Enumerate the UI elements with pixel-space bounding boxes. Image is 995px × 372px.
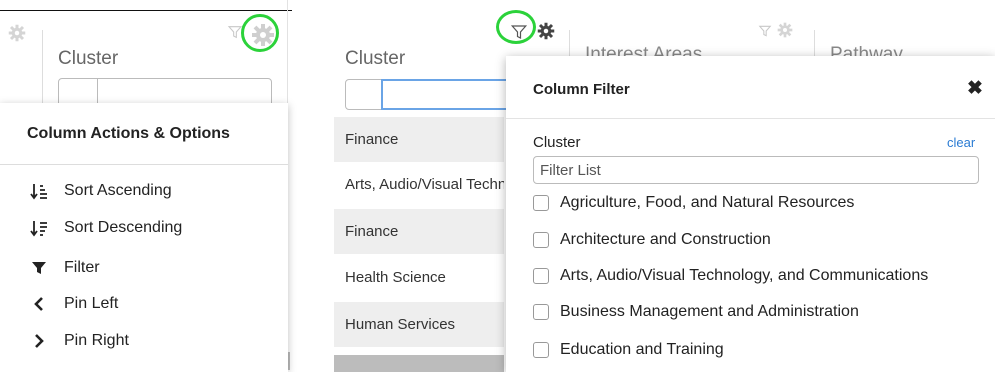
popup-title: Column Filter [533, 81, 630, 98]
gear-icon[interactable] [537, 22, 555, 40]
filter-field-label: Cluster [533, 134, 581, 151]
table-row[interactable]: Health Science [334, 255, 504, 300]
filter-option-label: Business Management and Administration [560, 303, 859, 320]
filter-option[interactable]: Agriculture, Food, and Natural Resources [533, 191, 854, 215]
chevron-right-icon [28, 332, 50, 350]
gear-icon[interactable] [777, 22, 793, 38]
checkbox[interactable] [533, 342, 549, 358]
column-header-cluster[interactable]: Cluster [58, 48, 118, 70]
checkbox[interactable] [533, 232, 549, 248]
filter-icon[interactable] [758, 24, 772, 38]
checkbox[interactable] [533, 195, 549, 211]
menu-item-label: Pin Left [64, 295, 119, 312]
filter-icon [28, 259, 50, 277]
popup-divider [506, 118, 995, 119]
sort-ascending-icon [28, 182, 50, 200]
column-filter-input[interactable] [381, 79, 511, 110]
menu-title: Column Actions & Options [27, 125, 230, 142]
filter-option-label: Architecture and Construction [560, 231, 771, 248]
clear-link[interactable]: clear [947, 135, 975, 150]
chevron-left-icon [28, 295, 50, 313]
filter-option[interactable]: Education and Training [533, 338, 724, 362]
highlight-circle [241, 14, 279, 52]
menu-divider [0, 164, 288, 165]
column-header-cluster[interactable]: Cluster [345, 48, 405, 70]
menu-item-sort-descending[interactable]: Sort Descending [28, 216, 182, 240]
column-filter-popup: Column Filter ✖ Cluster clear Agricultur… [506, 56, 995, 372]
column-actions-menu: Column Actions & Options Sort Ascending … [0, 103, 288, 372]
right-grid-panel: Cluster Interest Areas Pathway Finance A… [334, 0, 995, 372]
close-icon[interactable]: ✖ [967, 77, 983, 100]
table-row[interactable]: Finance [334, 209, 504, 254]
filter-option-label: Education and Training [560, 341, 724, 358]
filter-option[interactable]: Arts, Audio/Visual Technology, and Commu… [533, 264, 928, 288]
menu-item-pin-right[interactable]: Pin Right [28, 329, 129, 353]
table-row[interactable]: Finance [334, 117, 504, 162]
table-row[interactable]: Human Services [334, 302, 504, 347]
top-border [0, 10, 292, 11]
highlight-circle [496, 10, 536, 44]
filter-option-label: Agriculture, Food, and Natural Resources [560, 194, 855, 211]
menu-item-label: Pin Right [64, 332, 129, 349]
filter-option[interactable]: Architecture and Construction [533, 228, 771, 252]
horizontal-scrollbar[interactable] [334, 355, 504, 372]
menu-item-label: Sort Descending [64, 219, 183, 236]
sort-descending-icon [28, 219, 50, 237]
gear-icon[interactable] [8, 24, 26, 42]
column-divider [42, 30, 43, 110]
table-row[interactable]: Arts, Audio/Visual Technology, and Commu… [334, 162, 504, 207]
menu-item-filter[interactable]: Filter [28, 256, 100, 280]
filter-option[interactable]: Business Management and Administration [533, 300, 859, 324]
checkbox[interactable] [533, 268, 549, 284]
menu-item-label: Sort Ascending [64, 182, 172, 199]
filter-option-label: Arts, Audio/Visual Technology, and Commu… [560, 267, 929, 284]
checkbox[interactable] [533, 304, 549, 320]
left-grid-panel: Cluster Column Actions & Options Sort As… [0, 0, 292, 372]
menu-item-sort-ascending[interactable]: Sort Ascending [28, 179, 172, 203]
filter-list-input[interactable] [533, 156, 979, 184]
menu-item-pin-left[interactable]: Pin Left [28, 292, 118, 316]
menu-item-label: Filter [64, 259, 100, 276]
